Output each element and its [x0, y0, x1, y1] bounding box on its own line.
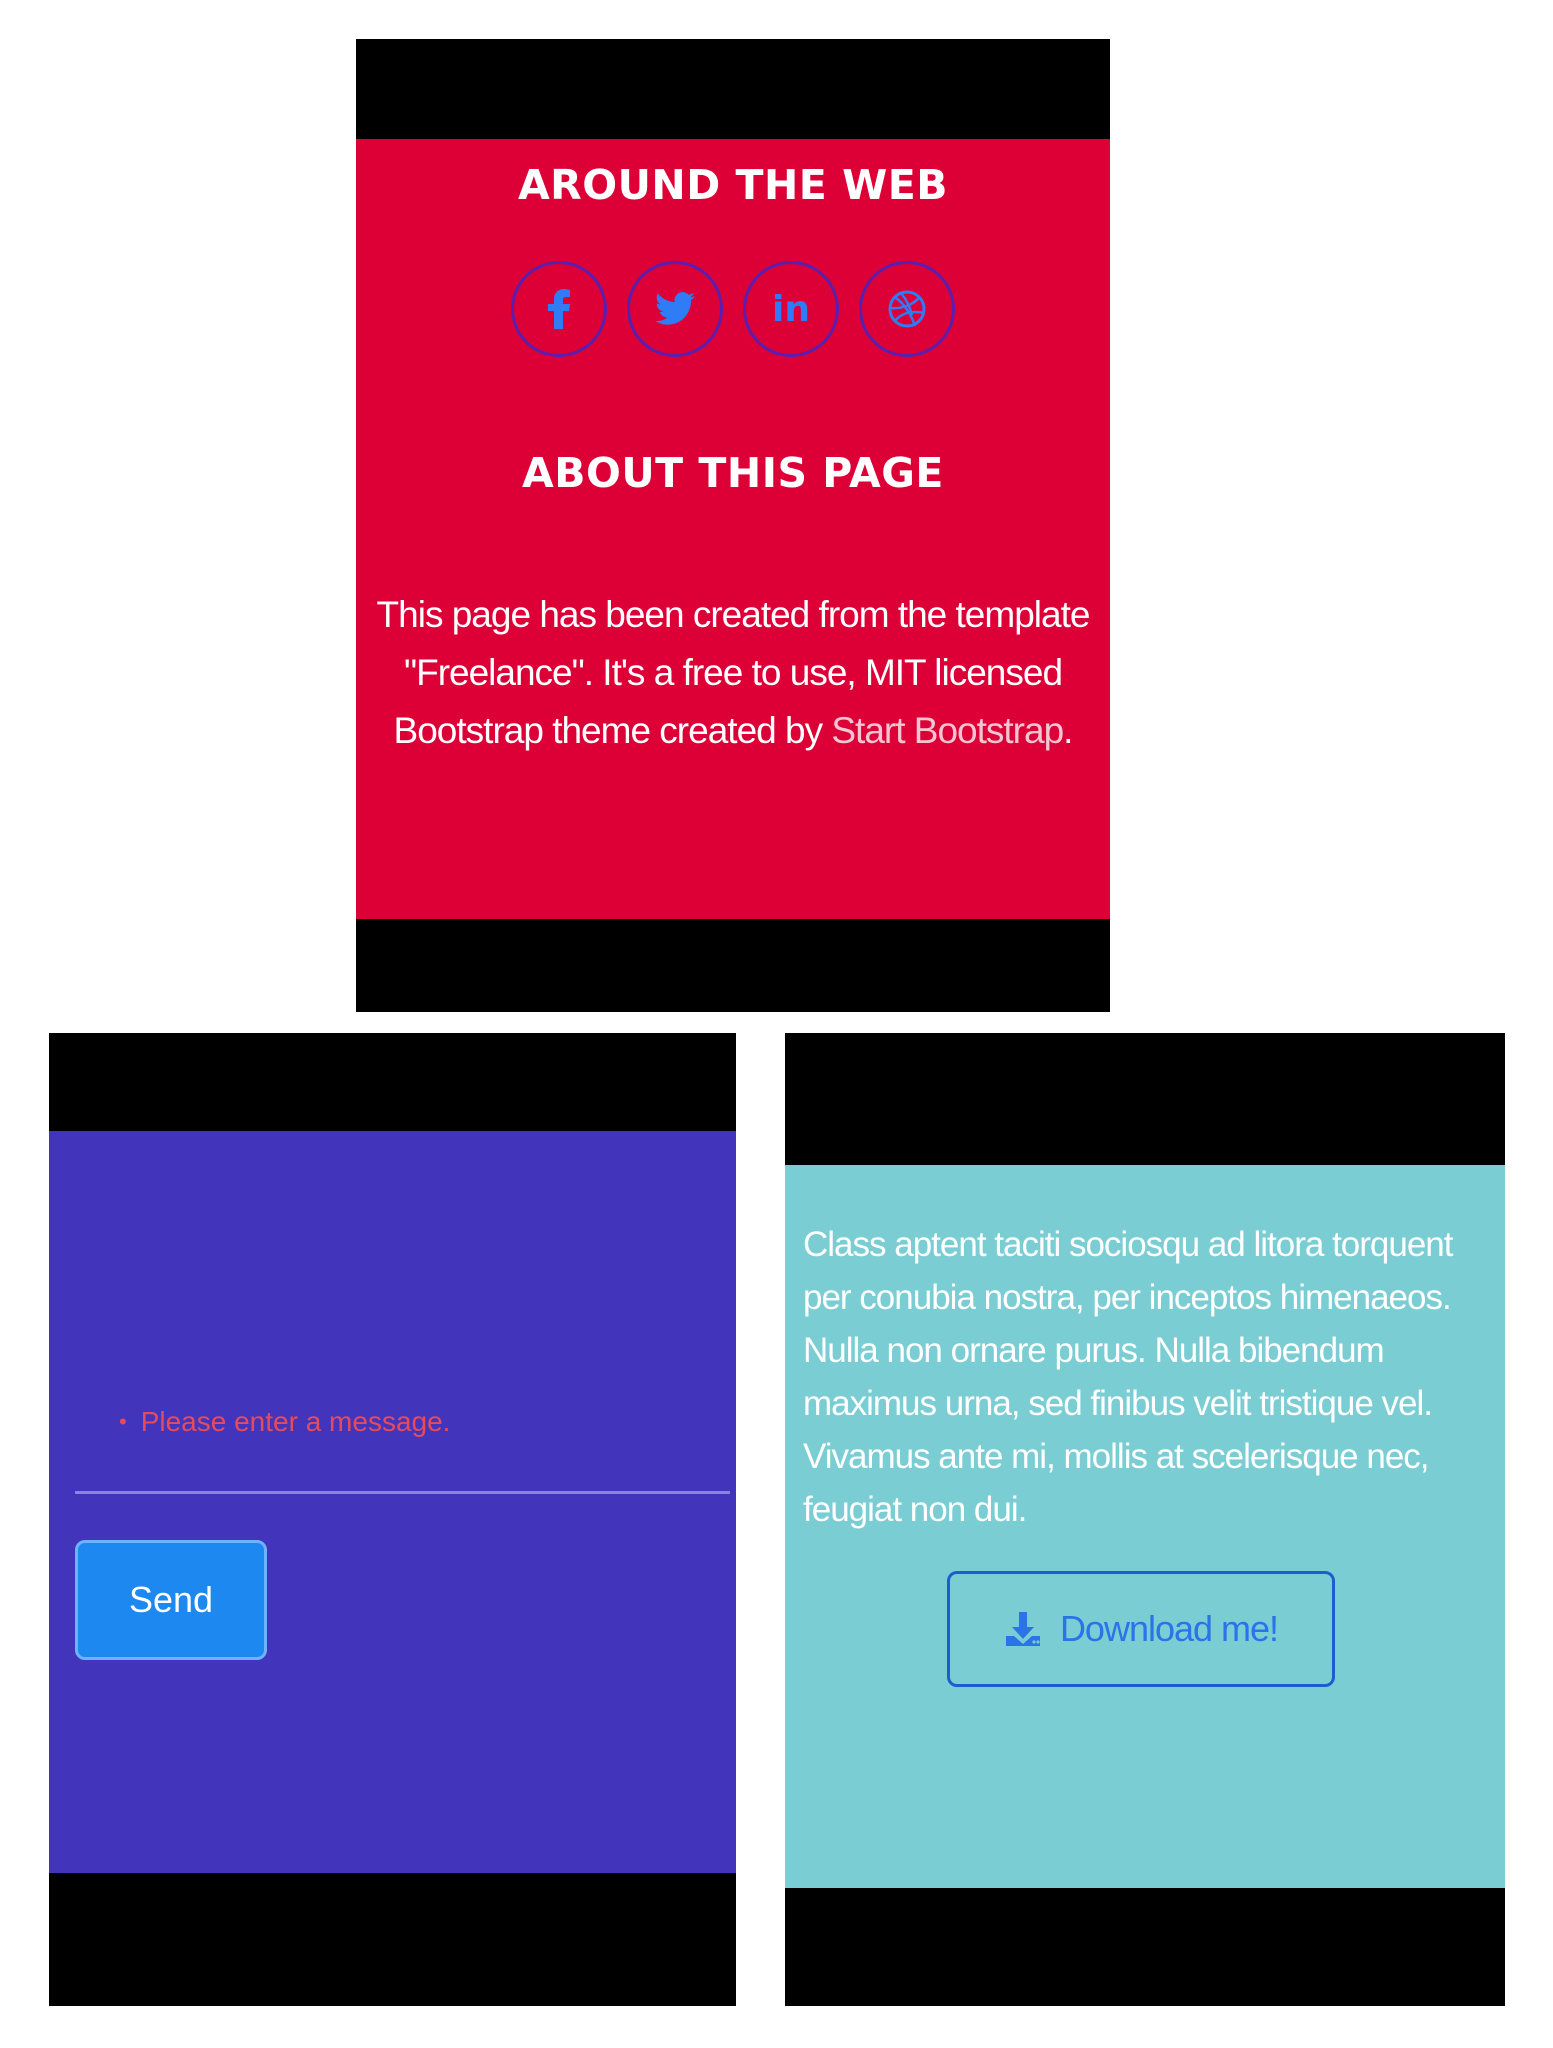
dribbble-icon	[888, 290, 926, 328]
validation-error: • Please enter a message.	[119, 1406, 450, 1438]
about-section-paragraph: Class aptent taciti sociosqu ad litora t…	[803, 1225, 1454, 1529]
contact-form-section: • Please enter a message. Send	[49, 1131, 736, 1873]
around-the-web-heading: AROUND THE WEB	[517, 161, 949, 209]
social-links: in	[356, 261, 1110, 357]
download-icon	[1005, 1612, 1040, 1646]
about-panel: Class aptent taciti sociosqu ad litora t…	[785, 1033, 1505, 2006]
dribbble-button[interactable]	[859, 261, 955, 357]
linkedin-button[interactable]: in	[743, 261, 839, 357]
error-message: Please enter a message.	[140, 1406, 451, 1437]
about-paragraph: This page has been created from the temp…	[368, 586, 1098, 760]
about-section: Class aptent taciti sociosqu ad litora t…	[785, 1165, 1505, 1888]
footer-section: AROUND THE WEB in ABOUT THIS PAGE This p…	[356, 139, 1110, 919]
twitter-button[interactable]	[627, 261, 723, 357]
twitter-icon	[655, 292, 695, 325]
about-text-end: .	[1063, 710, 1073, 751]
footer-panel: AROUND THE WEB in ABOUT THIS PAGE This p…	[356, 39, 1110, 1012]
contact-panel: • Please enter a message. Send	[49, 1033, 736, 2006]
about-this-page-heading: ABOUT THIS PAGE	[522, 449, 944, 497]
facebook-icon	[548, 289, 570, 329]
message-field-underline[interactable]	[75, 1491, 730, 1494]
download-button[interactable]: Download me!	[947, 1571, 1335, 1687]
send-button[interactable]: Send	[75, 1540, 267, 1660]
linkedin-icon: in	[772, 288, 810, 330]
start-bootstrap-link[interactable]: Start Bootstrap	[831, 710, 1064, 751]
facebook-button[interactable]	[511, 261, 607, 357]
download-label: Download me!	[1059, 1608, 1279, 1649]
bullet-icon: •	[119, 1409, 127, 1434]
